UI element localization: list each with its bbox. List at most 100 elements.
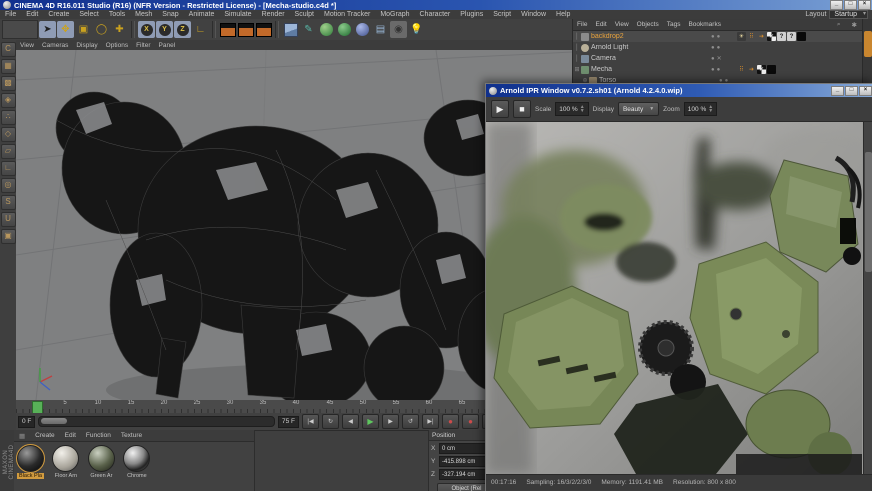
material-floor[interactable]: Floor Arn: [52, 445, 79, 479]
light-icon[interactable]: 💡: [408, 21, 425, 38]
menu-help[interactable]: Help: [551, 11, 575, 18]
arnold-close-button[interactable]: ×: [859, 86, 872, 96]
menu-edit[interactable]: Edit: [21, 11, 43, 18]
make-editable-icon[interactable]: C: [1, 42, 16, 57]
ipr-play-button[interactable]: ▶: [491, 100, 509, 118]
arnold-minimize-button[interactable]: _: [831, 86, 844, 96]
arnold-maximize-button[interactable]: □: [845, 86, 858, 96]
ipr-stop-button[interactable]: ■: [513, 100, 531, 118]
light-tag-icon[interactable]: ☀: [737, 32, 746, 41]
titlebar[interactable]: CINEMA 4D R16.011 Studio (R16) (NFR Vers…: [0, 0, 872, 10]
subdivision-surface-icon[interactable]: [318, 21, 335, 38]
end-frame-field[interactable]: 75 F: [278, 416, 299, 428]
record-scale-button[interactable]: ●: [462, 414, 479, 429]
y-axis-lock-icon[interactable]: Y: [156, 21, 173, 38]
phong-tag-icon[interactable]: ⠿: [747, 32, 756, 41]
gear-icon[interactable]: ✱: [848, 21, 861, 29]
material-thumbnail[interactable]: [88, 445, 115, 472]
visibility-toggles[interactable]: ●✕: [711, 55, 737, 62]
scale-field[interactable]: 100 %▲▼: [555, 102, 588, 116]
x-axis-lock-icon[interactable]: X: [138, 21, 155, 38]
material-tag-icon[interactable]: [797, 32, 806, 41]
deformer-icon[interactable]: [354, 21, 371, 38]
play-button[interactable]: ▶: [362, 414, 379, 429]
snap-toggle-icon[interactable]: S: [1, 195, 16, 210]
spline-pen-icon[interactable]: ✎: [300, 21, 317, 38]
polygons-mode-icon[interactable]: ▱: [1, 144, 16, 159]
compositing-tag-icon[interactable]: ➜: [757, 32, 766, 41]
menu-sculpt[interactable]: Sculpt: [290, 11, 319, 18]
render-settings-icon[interactable]: [255, 21, 272, 38]
workplane-mode-icon[interactable]: ◈: [1, 93, 16, 108]
vp-menu-view[interactable]: View: [16, 42, 38, 49]
lock-workplane-icon[interactable]: ▣: [1, 229, 16, 244]
compositing-tag-icon[interactable]: ➜: [747, 65, 756, 74]
zoom-field[interactable]: 100 %▲▼: [684, 102, 717, 116]
last-tool-icon[interactable]: ✚: [111, 21, 128, 38]
menu-tools[interactable]: Tools: [104, 11, 130, 18]
om-menu-view[interactable]: View: [611, 21, 633, 28]
mograph-icon[interactable]: [336, 21, 353, 38]
viewport-solo-icon[interactable]: ◎: [1, 178, 16, 193]
edges-mode-icon[interactable]: ◇: [1, 127, 16, 142]
camera-icon[interactable]: ◉: [390, 21, 407, 38]
select-tool-icon[interactable]: ➤: [39, 21, 56, 38]
texture-mode-icon[interactable]: ▩: [1, 76, 16, 91]
material-green-armor[interactable]: Green Ar: [88, 445, 115, 479]
timeline-slider[interactable]: [38, 416, 275, 427]
om-menu-objects[interactable]: Objects: [633, 21, 663, 28]
material-chrome[interactable]: Chrome: [123, 445, 150, 479]
arnold-scroll-thumb[interactable]: [865, 152, 872, 272]
visibility-toggles[interactable]: ●●: [711, 45, 737, 51]
arnold-vscrollbar[interactable]: [863, 122, 872, 474]
menu-select[interactable]: Select: [74, 11, 103, 18]
unknown-tag-icon[interactable]: ?: [777, 32, 786, 41]
coordinate-system-icon[interactable]: ∟: [192, 21, 209, 38]
material-thumbnail[interactable]: [123, 445, 150, 472]
texture-tag-icon[interactable]: ✕: [757, 65, 766, 74]
menu-character[interactable]: Character: [415, 11, 456, 18]
menu-window[interactable]: Window: [516, 11, 551, 18]
search-icon[interactable]: ⌕: [833, 21, 845, 29]
om-menu-tags[interactable]: Tags: [663, 21, 685, 28]
arnold-render-view[interactable]: [486, 122, 872, 475]
menu-render[interactable]: Render: [257, 11, 290, 18]
material-thumbnail[interactable]: [17, 445, 44, 472]
mat-menu-texture[interactable]: Texture: [116, 432, 147, 439]
phong-tag-icon[interactable]: ⠿: [737, 65, 746, 74]
mat-menu-create[interactable]: Create: [30, 432, 60, 439]
om-menu-file[interactable]: File: [573, 21, 591, 28]
maximize-button[interactable]: □: [844, 0, 857, 10]
axis-mode-icon[interactable]: ∟: [1, 161, 16, 176]
om-menu-edit[interactable]: Edit: [591, 21, 610, 28]
material-panel-icon[interactable]: ▦: [14, 432, 30, 440]
menu-file[interactable]: File: [0, 11, 21, 18]
magnet-snap-icon[interactable]: U: [1, 212, 16, 227]
current-frame-field[interactable]: 0 F: [18, 416, 35, 428]
object-row-backdrop2[interactable]: │ backdrop2 ●● ☀ ⠿ ➜ ✕ ? ?: [573, 31, 872, 42]
move-tool-icon[interactable]: ✥: [57, 21, 74, 38]
goto-end-button[interactable]: ▶|: [422, 414, 439, 429]
menu-simulate[interactable]: Simulate: [219, 11, 256, 18]
prev-frame-button[interactable]: ◀: [342, 414, 359, 429]
vp-menu-options[interactable]: Options: [102, 42, 132, 49]
menu-mograph[interactable]: MoGraph: [375, 11, 414, 18]
points-mode-icon[interactable]: ∴: [1, 110, 16, 125]
render-picture-viewer-icon[interactable]: [237, 21, 254, 38]
visibility-toggles[interactable]: ●●: [711, 34, 737, 40]
vp-menu-filter[interactable]: Filter: [132, 42, 154, 49]
menu-create[interactable]: Create: [43, 11, 74, 18]
layout-select[interactable]: Startup: [829, 10, 868, 19]
object-row-camera[interactable]: │ Camera ●✕: [573, 53, 872, 64]
scale-tool-icon[interactable]: ▣: [75, 21, 92, 38]
menu-script[interactable]: Script: [488, 11, 516, 18]
object-row-mecha[interactable]: ⊞ Mecha ●● ⠿ ➜ ✕: [573, 64, 872, 75]
mat-menu-edit[interactable]: Edit: [60, 432, 81, 439]
render-view-icon[interactable]: [219, 21, 236, 38]
display-dropdown[interactable]: Beauty▼: [618, 102, 659, 116]
material-thumbnail[interactable]: [52, 445, 79, 472]
undo-redo-group[interactable]: [2, 20, 38, 39]
menu-mesh[interactable]: Mesh: [130, 11, 157, 18]
goto-start-button[interactable]: |◀: [302, 414, 319, 429]
primitive-cube-icon[interactable]: [282, 21, 299, 38]
